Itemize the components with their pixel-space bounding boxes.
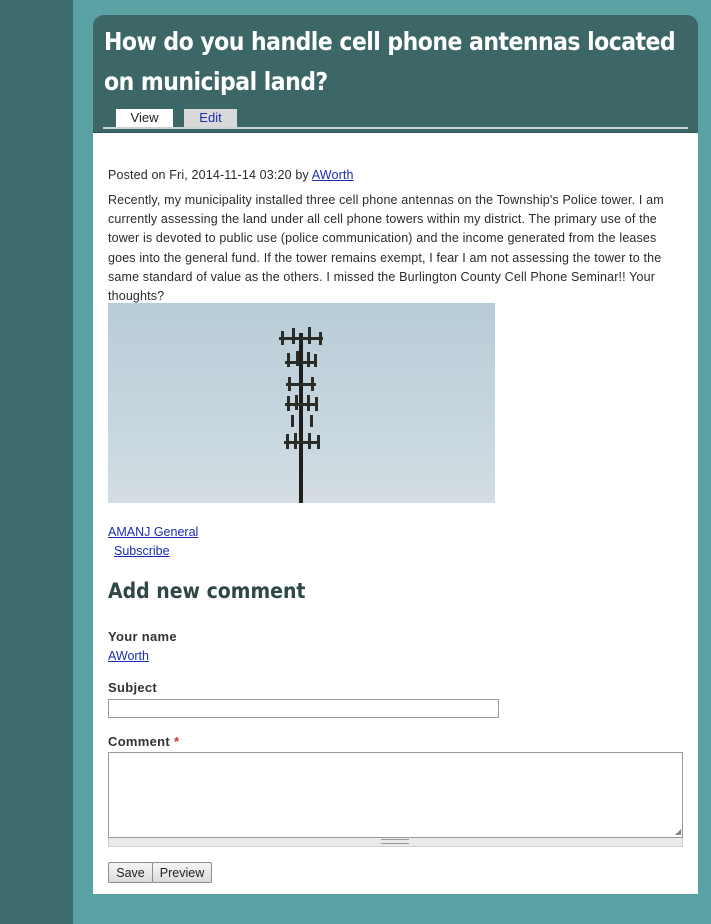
post-header: How do you handle cell phone antennas lo… [93,15,698,132]
taxonomy-link[interactable]: AMANJ General [108,523,198,542]
subject-label: Subject [108,680,158,695]
save-button[interactable]: Save [108,862,153,883]
comment-textarea[interactable] [108,752,683,838]
author-link[interactable]: AWorth [312,168,354,182]
your-name-label: Your name [108,629,177,644]
forum-post: How do you handle cell phone antennas lo… [93,15,698,894]
required-marker: * [173,734,180,749]
post-tabs: View Edit [103,109,688,129]
post-title: How do you handle cell phone antennas lo… [104,27,676,96]
subject-input[interactable] [108,699,499,718]
tab-edit[interactable]: Edit [184,109,237,127]
tab-view[interactable]: View [116,109,173,127]
post-meta: Posted on Fri, 2014-11-14 03:20 by AWort… [108,166,354,184]
posted-on-text: Posted on Fri, 2014-11-14 03:20 by [108,168,312,182]
comment-label-wrapper: Comment * [108,734,179,749]
resize-corner-icon[interactable]: ◢ [675,828,681,836]
add-comment-heading: Add new comment [108,579,306,603]
left-sidebar [0,0,73,924]
your-name-value-link[interactable]: AWorth [108,648,149,665]
post-body: Posted on Fri, 2014-11-14 03:20 by AWort… [93,132,698,894]
subscribe-link[interactable]: Subscribe [114,542,170,561]
post-text: Recently, my municipality installed thre… [108,193,664,304]
cell-tower-photo [108,303,495,503]
textarea-resize-handle[interactable] [108,838,683,847]
comment-label: Comment [108,734,171,749]
preview-button[interactable]: Preview [152,862,212,883]
grip-lines-icon [381,839,409,844]
